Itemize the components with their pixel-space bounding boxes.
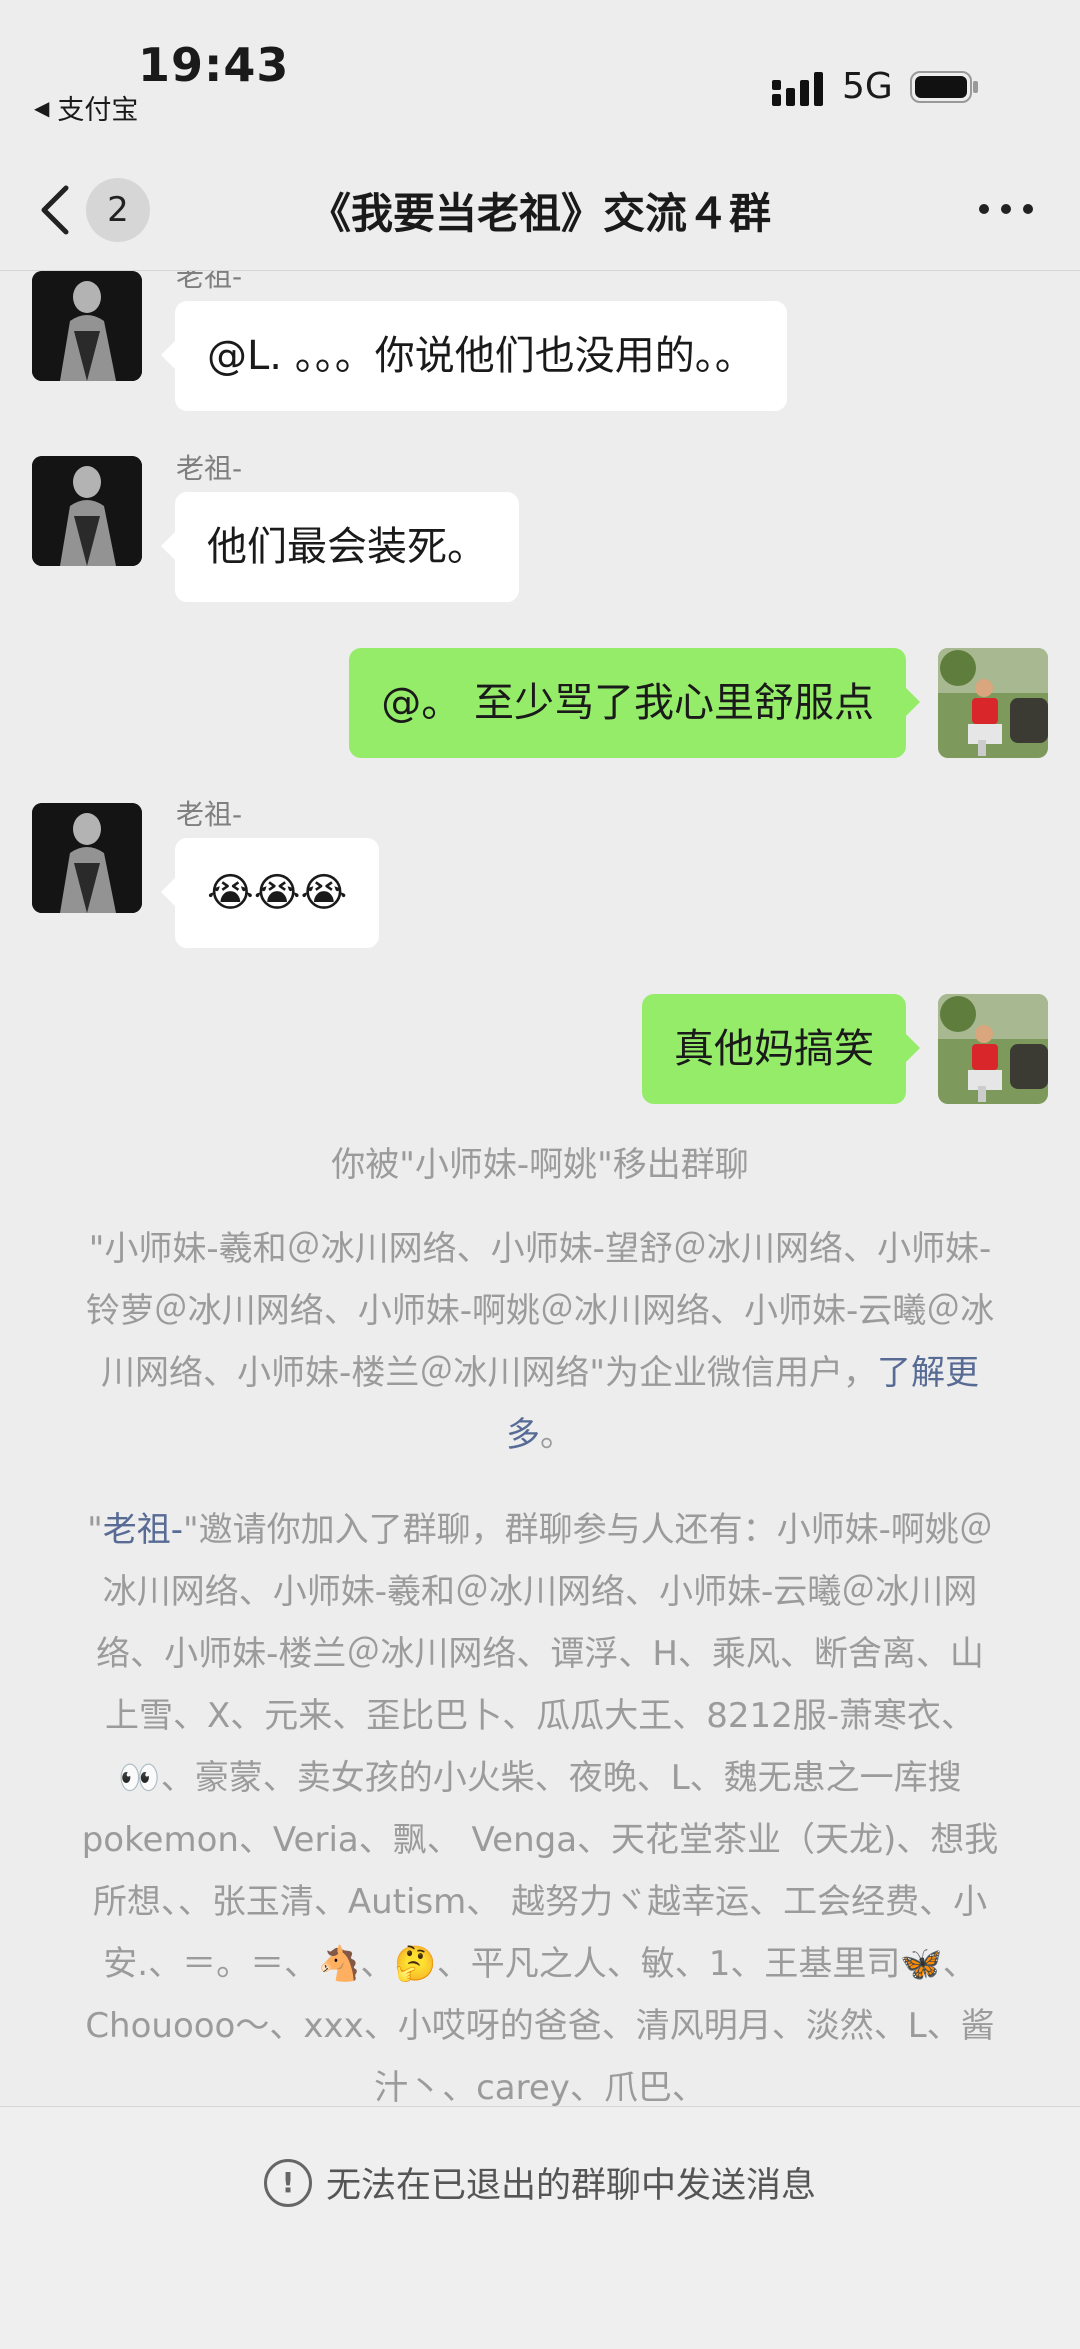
message-bubble[interactable]: 他们最会装死。 <box>161 492 519 602</box>
sender-name: 老祖- <box>176 798 243 831</box>
unread-count-badge[interactable]: 2 <box>86 178 150 242</box>
cellular-signal-icon <box>772 72 823 106</box>
outdoor-photo-avatar-image <box>938 994 1048 1104</box>
message-list[interactable]: 老祖- @L. 。。。你说他们也没用的。。 老祖- 他们最会装死。 @。 至少骂… <box>0 271 1080 2106</box>
sender-name: 老祖- <box>176 452 243 485</box>
cannot-send-text: 无法在已退出的群聊中发送消息 <box>325 2166 816 2206</box>
my-avatar[interactable] <box>938 648 1048 758</box>
back-triangle-icon: ◀ <box>34 95 50 120</box>
input-disabled-bar: ! 无法在已退出的群聊中发送消息 <box>0 2106 1080 2349</box>
invite-quote: " <box>87 1510 103 1550</box>
invite-text: "邀请你加入了群聊，群聊参与人还有：小师妹-啊姚＠冰川网络、小师妹-羲和＠冰川网… <box>81 1510 999 2106</box>
invite-notice: "老祖-"邀请你加入了群聊，群聊参与人还有：小师妹-啊姚＠冰川网络、小师妹-羲和… <box>80 1499 1000 2106</box>
back-to-app-button[interactable]: ◀ 支付宝 <box>34 88 138 127</box>
my-avatar[interactable] <box>938 994 1048 1104</box>
clock: 19:43 <box>138 38 290 92</box>
warrior-avatar-image <box>32 271 142 381</box>
chat-title: 《我要当老祖》交流４群 <box>308 189 771 238</box>
inviter-name-link[interactable]: 老祖- <box>103 1510 183 1550</box>
more-options-icon[interactable] <box>976 194 1036 224</box>
sender-name: 老祖- <box>176 271 243 293</box>
enterprise-user-text: "小师妹-羲和＠冰川网络、小师妹-望舒＠冰川网络、小师妹-铃萝＠冰川网络、小师妹… <box>85 1229 995 1393</box>
warrior-avatar-image <box>32 456 142 566</box>
enterprise-user-notice: "小师妹-羲和＠冰川网络、小师妹-望舒＠冰川网络、小师妹-铃萝＠冰川网络、小师妹… <box>80 1218 1000 1466</box>
sender-avatar[interactable] <box>32 803 142 913</box>
exclamation-circle-icon: ! <box>263 2158 312 2207</box>
network-type: 5G <box>842 66 893 107</box>
cannot-send-notice: ! 无法在已退出的群聊中发送消息 <box>0 2157 1080 2208</box>
sender-avatar[interactable] <box>32 271 142 381</box>
chat-header: 2 《我要当老祖》交流４群 <box>0 150 1080 271</box>
learn-more-end: 。 <box>540 1415 574 1455</box>
message-bubble[interactable]: @L. 。。。你说他们也没用的。。 <box>161 301 787 411</box>
my-message-bubble[interactable]: 真他妈搞笑 <box>642 994 920 1104</box>
my-message-bubble[interactable]: @。 至少骂了我心里舒服点 <box>349 648 920 758</box>
outdoor-photo-avatar-image <box>938 648 1048 758</box>
status-bar: 19:43 ◀ 支付宝 5G <box>0 0 1080 150</box>
emoji-message-bubble[interactable]: 😭😭😭 <box>160 838 380 948</box>
sender-avatar[interactable] <box>32 456 142 566</box>
battery-icon <box>910 71 978 103</box>
removed-from-group-notice: 你被"小师妹-啊姚"移出群聊 <box>331 1145 749 1185</box>
back-chevron-icon[interactable] <box>36 182 76 238</box>
back-app-label: 支付宝 <box>57 95 139 126</box>
warrior-avatar-image <box>32 803 142 913</box>
